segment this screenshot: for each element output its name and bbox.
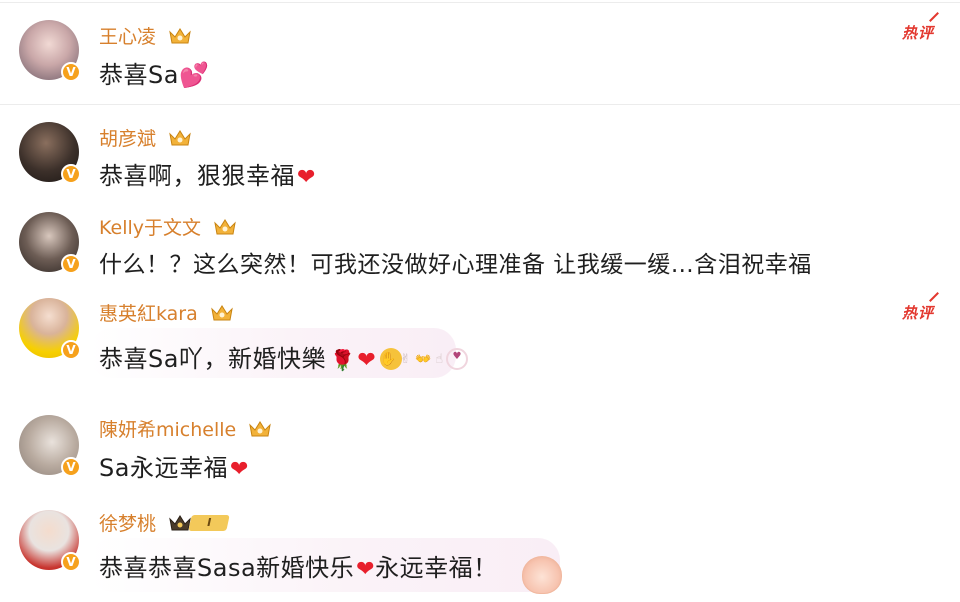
crown-icon [169, 130, 191, 146]
comment-item: V Kelly于文文 什么！？这么突然！可我还没做好心理准备 让我缓一缓…含泪祝… [0, 194, 960, 286]
peach-sticker [522, 556, 562, 594]
comment-text: 恭喜Sa💕 [99, 61, 210, 89]
avatar[interactable]: V [19, 212, 81, 274]
comment-text: Sa永远幸福❤ [99, 454, 249, 482]
crown-icon [249, 421, 272, 437]
commenter-name[interactable]: Kelly于文文 [99, 213, 237, 240]
heart-emoji-icon: ❤ [357, 348, 377, 373]
comment-item: V 胡彦斌 恭喜啊，狠狠幸福❤ [0, 104, 960, 194]
heart-emoji-icon: ❤ [356, 557, 376, 582]
avatar[interactable]: V [19, 122, 81, 184]
comment-item: V 徐梦桃 I 恭喜恭喜Sasa新婚快乐❤永远幸福！ [0, 498, 960, 602]
crown-icon [169, 28, 191, 44]
comment-text: 恭喜Sa吖，新婚快樂 🌹❤ [99, 339, 403, 374]
member-level-badge: I [168, 512, 232, 534]
heart-emoji-icon: ❤ [229, 457, 249, 482]
verified-badge-icon: V [61, 340, 81, 360]
commenter-name[interactable]: 胡彦斌 [99, 124, 192, 151]
commenter-name[interactable]: 徐梦桃 I [99, 509, 232, 536]
avatar[interactable]: V [19, 20, 81, 82]
commenter-name[interactable]: 惠英紅kara [99, 299, 234, 326]
avatar[interactable]: V [19, 298, 81, 360]
verified-badge-icon: V [61, 164, 81, 184]
avatar[interactable]: V [19, 415, 81, 477]
comment-item: V 王心凌 恭喜Sa💕 热评 [0, 0, 960, 104]
crown-icon [211, 305, 233, 321]
comment-item: V 惠英紅kara 恭喜Sa吖，新婚快樂 🌹❤ ✋✌👐☝ ♥ 热评 [0, 286, 960, 398]
verified-badge-icon: V [61, 457, 81, 477]
hot-comment-icon: 热评 [901, 24, 934, 42]
commenter-name[interactable]: 王心凌 [99, 22, 192, 49]
comment-text: 恭喜恭喜Sasa新婚快乐❤永远幸福！ [99, 554, 498, 582]
heart-emoji-icon: ❤ [297, 165, 316, 190]
comment-item: V 陳妍希michelle Sa永远幸福❤ [0, 398, 960, 498]
commenter-name[interactable]: 陳妍希michelle [99, 415, 272, 442]
crown-icon [214, 219, 236, 235]
hot-comment-icon: 热评 [901, 304, 934, 322]
rose-emoji-icon: 🌹 [329, 348, 356, 372]
verified-badge-icon: V [61, 552, 81, 572]
verified-badge-icon: V [61, 254, 81, 274]
comment-text: 什么！？这么突然！可我还没做好心理准备 让我缓一缓…含泪祝幸福 [99, 252, 812, 278]
comment-text: 恭喜啊，狠狠幸福❤ [99, 162, 316, 190]
heart-sticker: ♥ [446, 348, 468, 370]
avatar[interactable]: V [19, 510, 81, 572]
verified-badge-icon: V [61, 62, 81, 82]
